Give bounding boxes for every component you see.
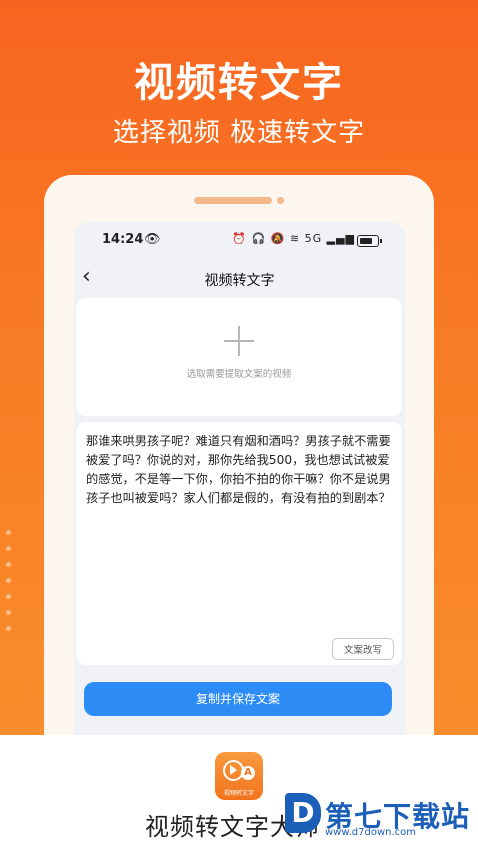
banner-subtitle: 选择视频 极速转文字 — [112, 118, 366, 148]
plus-icon — [224, 326, 254, 356]
phone-speaker — [194, 197, 272, 204]
transcript-card: 那谁来哄男孩子呢？难道只有烟和酒吗？男孩子就不需要被爱了吗？你说的对，那你先给我… — [76, 422, 402, 665]
banner-title: 视频转文字 — [134, 60, 344, 106]
app-logo-icon: A 视频转文字 — [215, 752, 263, 800]
rewrite-button[interactable]: 文案改写 — [331, 638, 394, 660]
page-title: 视频转文字 — [204, 273, 275, 289]
status-time: 14:24 — [102, 232, 144, 247]
eye-icon: 👁 — [144, 232, 161, 247]
nav-bar: ‹ 视频转文字 — [74, 258, 405, 298]
status-icons: ⏰ 🎧 🔕 ≋ 5G ▂▄▆ — [232, 232, 355, 245]
status-bar: 14:24 👁 ⏰ 🎧 🔕 ≋ 5G ▂▄▆ — [74, 222, 405, 258]
battery-icon — [357, 235, 382, 247]
transcript-text[interactable]: 那谁来哄男孩子呢？难道只有烟和酒吗？男孩子就不需要被爱了吗？你说的对，那你先给我… — [86, 432, 392, 508]
decorative-dots — [6, 530, 12, 642]
phone-camera — [277, 197, 284, 204]
watermark-d-icon: D — [285, 793, 321, 833]
picker-hint: 选取需要提取文案的视频 — [186, 369, 292, 380]
app-icon-label: 视频转文字 — [223, 790, 254, 797]
video-picker[interactable]: 选取需要提取文案的视频 — [76, 298, 402, 416]
app-screen: 14:24 👁 ⏰ 🎧 🔕 ≋ 5G ▂▄▆ ‹ 视频转文字 选取需要提取文案的… — [74, 222, 405, 742]
network-label: 5G — [304, 232, 323, 245]
copy-save-button[interactable]: 复制并保存文案 — [84, 682, 392, 716]
watermark-url: www.d7down.com — [325, 827, 417, 838]
